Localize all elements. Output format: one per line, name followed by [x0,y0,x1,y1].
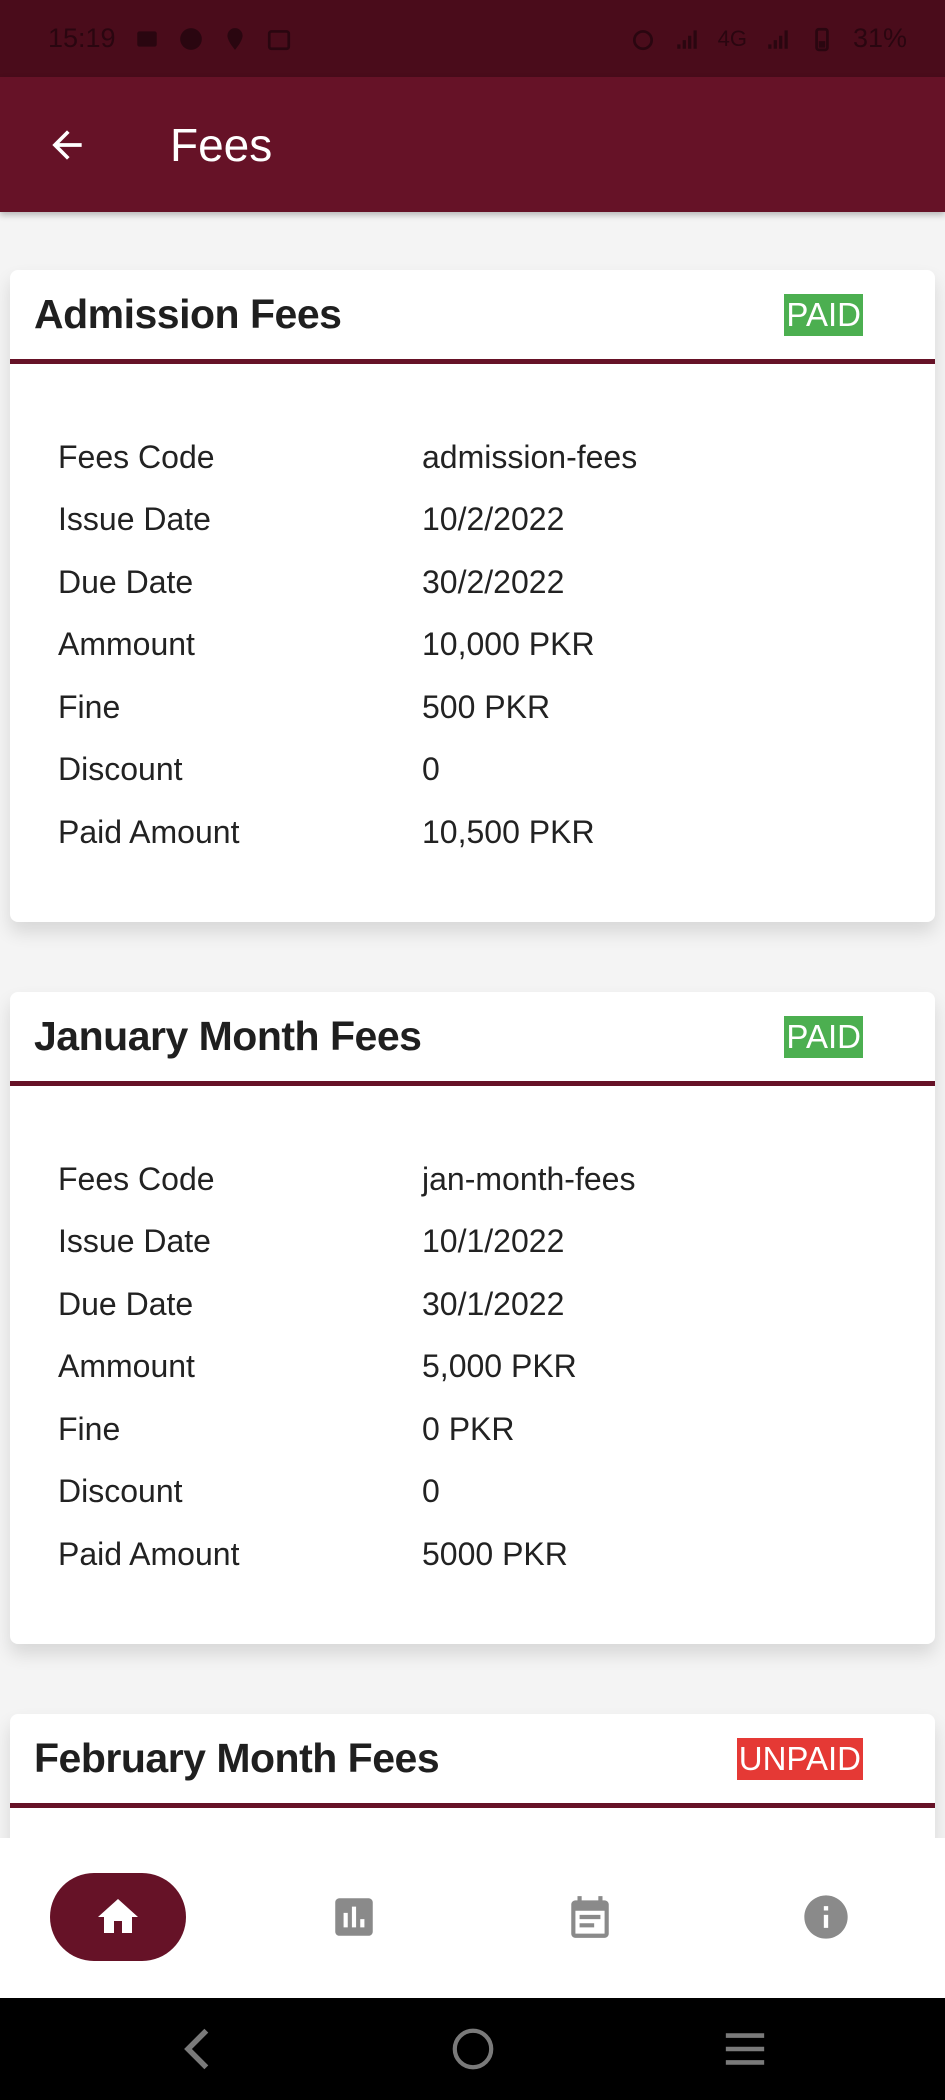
app-bar: Fees [0,77,945,212]
detail-value: 10,000 PKR [422,626,595,663]
nav-calendar-button[interactable] [544,1873,636,1961]
page-title: Fees [170,118,273,171]
status-bar: 15:19 4G 31% [0,0,945,77]
location-icon [226,27,243,50]
status-badge: PAID [784,1015,863,1058]
detail-label: Discount [58,1473,183,1510]
detail-row: Ammount 5,000 PKR [58,1336,935,1399]
circle-home-icon [452,2028,494,2070]
detail-row: Ammount 10,000 PKR [58,614,935,677]
facebook-icon [179,27,202,50]
detail-label: Fees Code [58,438,215,475]
back-button[interactable] [32,110,102,180]
detail-label: Paid Amount [58,813,240,850]
nav-stats-button[interactable] [308,1873,400,1961]
nav-info-button[interactable] [780,1873,872,1961]
detail-value: 0 PKR [422,1410,515,1447]
detail-value: 10/2/2022 [422,501,565,538]
fee-details: Fees Code jan-month-fees Issue Date 10/1/2… [10,1086,935,1586]
arrow-back-icon [52,129,82,160]
fee-card-january: January Month Fees PAID Fees Code jan-mon… [10,992,935,1644]
system-menu-button[interactable] [710,2018,780,2080]
fee-card-title: Admission Fees [34,291,342,337]
status-badge: UNPAID [736,1737,863,1780]
detail-row: Paid Amount 5000 PKR [58,1523,935,1586]
detail-row: Discount 0 [58,739,935,802]
detail-label: Due Date [58,1285,194,1322]
fees-list[interactable]: Admission Fees PAID Fees Code admission-f… [0,212,945,1838]
bar-chart-icon [335,1898,373,1936]
fee-card-header: February Month Fees UNPAID [10,1714,935,1808]
alarm-icon [632,29,653,50]
chevron-left-icon [184,2028,209,2070]
detail-value: 0 [422,1473,440,1510]
system-back-button[interactable] [164,2018,234,2080]
detail-row: Fees Code jan-month-fees [58,1148,935,1211]
detail-row: Paid Amount 10,500 PKR [58,801,935,864]
signal-icon-2 [768,29,788,49]
detail-row: Due Date 30/1/2022 [58,1273,935,1336]
detail-value: 500 PKR [422,688,551,725]
network-type: 4G [717,25,747,51]
info-icon [804,1895,848,1939]
detail-row: Fine 500 PKR [58,676,935,739]
detail-row: Fees Code admission-fees [58,426,935,489]
status-time: 15:19 [48,23,116,53]
detail-row: Due Date 30/2/2022 [58,551,935,614]
detail-label: Due Date [58,563,194,600]
fee-card-title: January Month Fees [34,1013,422,1059]
status-badge: PAID [784,293,863,336]
detail-label: Paid Amount [58,1535,240,1572]
detail-value: 0 [422,751,440,788]
detail-label: Discount [58,751,183,788]
detail-label: Fees Code [58,1160,215,1197]
detail-value: jan-month-fees [422,1160,636,1197]
detail-value: 5,000 PKR [422,1348,577,1385]
detail-row: Discount 0 [58,1461,935,1524]
detail-label: Issue Date [58,1223,211,1260]
battery-icon [815,27,829,51]
bottom-navigation [0,1838,945,1998]
system-home-button[interactable] [438,2018,508,2080]
battery-level: 31% [852,23,907,53]
fee-details: Fees Code admission-fees Issue Date 10/2/2… [10,364,935,864]
message-icon [136,30,157,47]
home-icon [98,1899,138,1933]
signal-icon [676,29,697,49]
detail-value: 10,500 PKR [422,813,595,850]
detail-value: 30/2/2022 [422,563,565,600]
menu-icon [725,2033,765,2065]
fee-card-header: Admission Fees PAID [10,270,935,364]
fee-card-header: January Month Fees PAID [10,992,935,1086]
system-navigation-bar [0,1998,945,2100]
fee-card-admission: Admission Fees PAID Fees Code admission-f… [10,270,935,922]
detail-value: 10/1/2022 [422,1223,565,1260]
detail-row: Fine 0 PKR [58,1398,935,1461]
detail-label: Fine [58,1410,121,1447]
nav-home-button[interactable] [50,1873,186,1961]
detail-label: Ammount [58,1348,195,1385]
detail-row: Issue Date 10/1/2022 [58,1211,935,1274]
detail-label: Ammount [58,626,195,663]
detail-label: Fine [58,688,121,725]
detail-row: Issue Date 10/2/2022 [58,489,935,552]
detail-value: 30/1/2022 [422,1285,565,1322]
detail-value: 5000 PKR [422,1535,568,1572]
detail-label: Issue Date [58,501,211,538]
fee-card-february: February Month Fees UNPAID [10,1714,935,1838]
calendar-icon [571,1896,609,1938]
detail-value: admission-fees [422,438,638,475]
calendar-small-icon [267,29,290,50]
fee-card-title: February Month Fees [34,1735,440,1781]
